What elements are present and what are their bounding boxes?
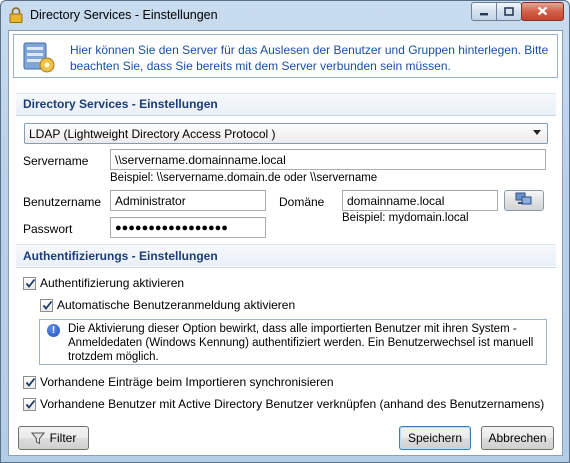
info-text: Hier können Sie den Server für das Ausle… (70, 43, 549, 73)
checkbox-checked[interactable] (40, 298, 53, 312)
minimize-icon (479, 5, 489, 19)
enable-auth-checkbox[interactable]: Authentifizierung aktivieren (23, 276, 184, 290)
sync-checkbox[interactable]: Vorhandene Einträge beim Importieren syn… (23, 375, 334, 389)
chevron-down-icon (533, 130, 541, 135)
lock-icon (9, 7, 23, 23)
domain-lookup-button[interactable] (504, 190, 544, 211)
domain-label: Domäne (279, 195, 325, 209)
provider-select-value: LDAP (Lightweight Directory Access Proto… (29, 127, 276, 141)
username-input[interactable]: Administrator (110, 190, 266, 211)
divider (16, 115, 556, 116)
dialog-window: Directory Services - Einstellungen Hier … (0, 0, 570, 463)
maximize-button[interactable] (496, 2, 522, 21)
minimize-button[interactable] (471, 2, 497, 21)
checkbox-checked[interactable] (23, 375, 36, 389)
checkbox-checked[interactable] (23, 397, 36, 411)
cancel-button[interactable]: Abbrechen (481, 426, 554, 450)
auth-section-title: Authentifizierungs - Einstellungen (23, 249, 218, 263)
sync-label: Vorhandene Einträge beim Importieren syn… (40, 375, 334, 389)
server-settings-icon (21, 39, 57, 75)
servername-input[interactable]: \\servername.domainname.local (110, 149, 546, 170)
checkbox-checked[interactable] (23, 276, 36, 290)
info-icon: ! (47, 324, 60, 337)
provider-select[interactable]: LDAP (Lightweight Directory Access Proto… (24, 123, 548, 144)
link-users-checkbox[interactable]: Vorhandene Benutzer mit Active Directory… (23, 397, 544, 411)
password-input[interactable]: ●●●●●●●●●●●●●●●●● (110, 217, 266, 238)
password-label: Passwort (23, 222, 73, 236)
domain-input[interactable]: domainname.local (342, 190, 498, 211)
divider (16, 267, 556, 268)
info-banner: Hier können Sie den Server für das Ausle… (13, 34, 558, 78)
auto-login-notice: ! Die Aktivierung dieser Option bewirkt,… (39, 319, 547, 365)
save-button-label: Speichern (407, 431, 463, 445)
notice-text: Die Aktivierung dieser Option bewirkt, d… (68, 323, 534, 363)
link-users-label: Vorhandene Benutzer mit Active Directory… (40, 397, 545, 411)
filter-button-label: Filter (49, 431, 77, 445)
close-button[interactable] (521, 2, 564, 21)
close-icon (537, 5, 548, 19)
dialog-body: Hier können Sie den Server für das Ausle… (8, 30, 563, 456)
servername-label: Servername (23, 154, 89, 168)
window-title: Directory Services - Einstellungen (30, 8, 218, 22)
enable-auth-label: Authentifizierung aktivieren (40, 276, 185, 290)
maximize-icon (504, 5, 514, 19)
save-button[interactable]: Speichern (399, 426, 471, 450)
directory-section-title: Directory Services - Einstellungen (23, 97, 218, 111)
servername-hint: Beispiel: \\servername.domain.de oder \\… (110, 172, 378, 184)
auto-login-checkbox[interactable]: Automatische Benutzeranmeldung aktiviere… (40, 298, 295, 312)
domain-hint: Beispiel: mydomain.local (342, 212, 469, 224)
auto-login-label: Automatische Benutzeranmeldung aktiviere… (57, 298, 296, 312)
title-bar[interactable]: Directory Services - Einstellungen (1, 1, 569, 29)
network-computers-icon (515, 192, 533, 209)
funnel-icon (30, 432, 45, 445)
username-label: Benutzername (23, 195, 102, 209)
cancel-button-label: Abbrechen (488, 431, 547, 445)
filter-button[interactable]: Filter (18, 426, 89, 450)
